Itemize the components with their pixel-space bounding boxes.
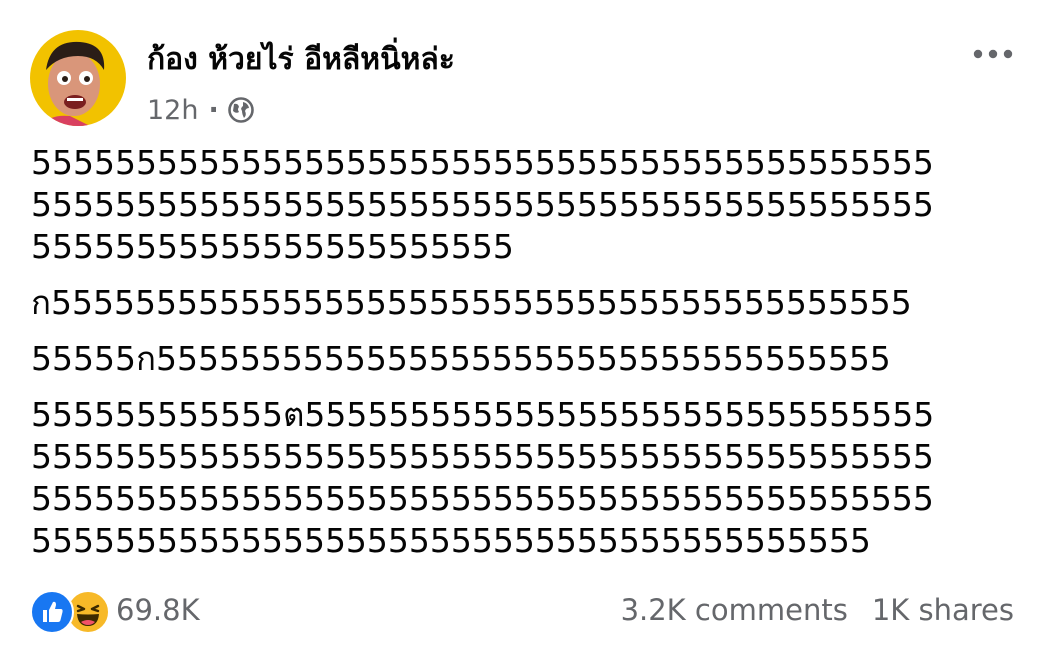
reaction-count: 69.8K xyxy=(116,593,200,627)
like-icon xyxy=(30,590,74,634)
post-paragraph: 5555555555555555555555555555555555555555… xyxy=(31,142,1016,268)
meta-separator: · xyxy=(208,94,219,126)
reactions-summary[interactable]: 69.8K xyxy=(30,588,200,634)
post-text-line: 55555ก5555555555555555555555555555555555… xyxy=(31,339,891,378)
post-body: 5555555555555555555555555555555555555555… xyxy=(31,142,1016,562)
post-text-line: 555555555555ต555555555555555555555555555… xyxy=(31,395,935,434)
post-paragraph: 555555555555ต555555555555555555555555555… xyxy=(31,394,1016,562)
post-text-line: ก555555555555555555555555555555555555555… xyxy=(31,283,912,322)
post-text-line: 5555555555555555555555555555555555555555 xyxy=(31,521,871,560)
comments-count-link[interactable]: 3.2K comments xyxy=(621,593,848,627)
post-paragraph: ก555555555555555555555555555555555555555… xyxy=(31,282,1016,324)
avatar-image xyxy=(30,30,126,126)
author-name[interactable]: ก้อง ห้วยไร่ อีหลีหนิ่หล่ะ xyxy=(147,38,455,82)
shares-count-link[interactable]: 1K shares xyxy=(872,593,1014,627)
more-horizontal-icon xyxy=(973,49,1013,59)
post-text-line: 5555555555555555555555555555555555555555… xyxy=(31,479,934,518)
post-text-line: 5555555555555555555555555555555555555555… xyxy=(31,143,934,182)
post-meta: 12h · xyxy=(147,92,255,128)
reaction-icons xyxy=(30,589,110,634)
post-text-line: 55555555555555555555555 xyxy=(31,227,514,266)
post-card: ก้อง ห้วยไร่ อีหลีหนิ่หล่ะ 12h · 5555555… xyxy=(0,0,1046,649)
post-text-line: 5555555555555555555555555555555555555555… xyxy=(31,437,934,476)
post-timestamp[interactable]: 12h xyxy=(147,95,198,126)
author-avatar[interactable] xyxy=(30,30,126,126)
globe-icon[interactable] xyxy=(227,96,255,124)
more-options-button[interactable] xyxy=(965,36,1021,72)
engagement-stats: 3.2K comments 1K shares xyxy=(621,588,1014,632)
post-paragraph: 55555ก5555555555555555555555555555555555… xyxy=(31,338,1016,380)
post-text-line: 5555555555555555555555555555555555555555… xyxy=(31,185,934,224)
